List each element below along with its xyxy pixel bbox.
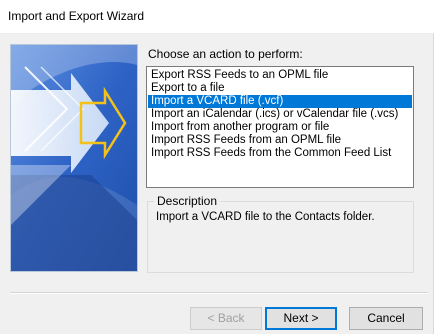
- description-groupbox: Description Import a VCARD file to the C…: [147, 194, 414, 273]
- action-item-export-rss-opml[interactable]: Export RSS Feeds to an OPML file: [148, 69, 412, 82]
- import-export-wizard-window: Import and Export Wizard Choose an actio…: [0, 0, 434, 334]
- action-item-import-rss-opml[interactable]: Import RSS Feeds from an OPML file: [148, 134, 412, 147]
- action-item-import-from-program[interactable]: Import from another program or file: [148, 121, 412, 134]
- footer-divider: [10, 292, 428, 294]
- next-button[interactable]: Next >: [265, 307, 337, 330]
- wizard-banner-image: [10, 44, 138, 272]
- cancel-button[interactable]: Cancel: [349, 307, 423, 330]
- description-text: Import a VCARD file to the Contacts fold…: [156, 211, 375, 223]
- action-item-import-vcard[interactable]: Import a VCARD file (.vcf): [148, 95, 412, 108]
- action-item-export-to-file[interactable]: Export to a file: [148, 82, 412, 95]
- import-export-arrows-banner-graphic: [11, 45, 137, 271]
- window-title: Import and Export Wizard: [8, 9, 145, 23]
- description-legend: Description: [154, 194, 221, 208]
- action-item-import-icalendar[interactable]: Import an iCalendar (.ics) or vCalendar …: [148, 108, 412, 121]
- title-bar[interactable]: Import and Export Wizard: [0, 0, 434, 34]
- back-button[interactable]: < Back: [190, 307, 262, 330]
- choose-action-label: Choose an action to perform:: [148, 47, 303, 61]
- action-listbox[interactable]: Export RSS Feeds to an OPML file Export …: [146, 66, 414, 188]
- action-item-import-rss-common-feed[interactable]: Import RSS Feeds from the Common Feed Li…: [148, 147, 412, 160]
